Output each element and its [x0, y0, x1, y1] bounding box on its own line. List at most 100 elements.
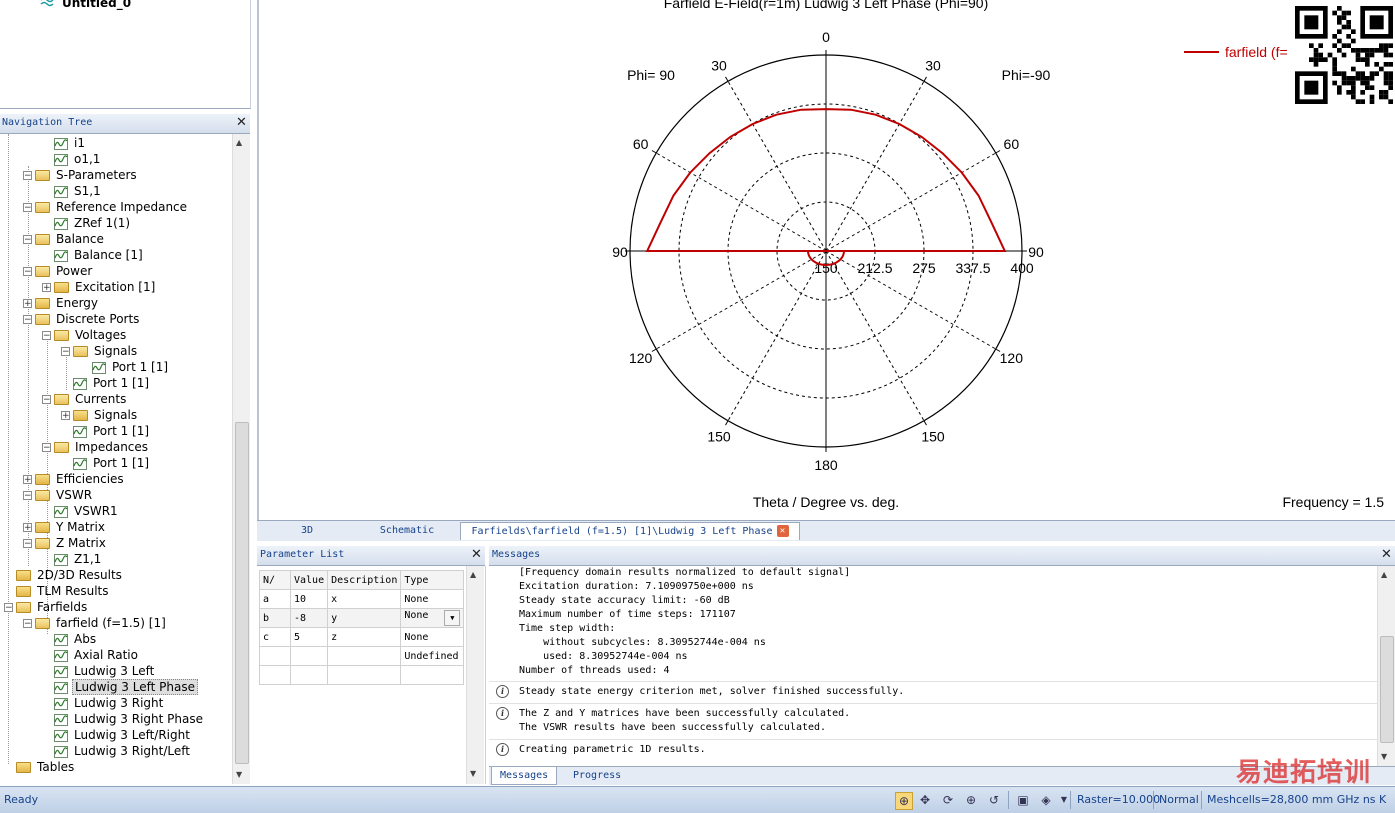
tree-item[interactable]: Axial Ratio — [42, 647, 140, 663]
tree-item[interactable]: − Balance — [23, 231, 106, 247]
collapse-icon[interactable]: − — [23, 267, 32, 277]
tab-messages[interactable]: Messages — [491, 767, 558, 785]
expand-icon[interactable]: + — [61, 411, 70, 421]
param-name[interactable]: a — [259, 589, 291, 609]
tree-item[interactable]: TLM Results — [4, 583, 111, 599]
close-icon[interactable]: ✕ — [471, 547, 482, 562]
expand-icon[interactable]: + — [23, 475, 32, 485]
tree-item[interactable]: Port 1 [1] — [61, 375, 151, 391]
tree-item[interactable]: Ludwig 3 Left — [42, 663, 156, 679]
tree-item[interactable]: − Power — [23, 263, 94, 279]
tab-progress[interactable]: Progress — [565, 767, 629, 784]
close-icon[interactable]: ✕ — [236, 115, 247, 130]
tree-item[interactable]: Ludwig 3 Right/Left — [42, 743, 192, 759]
param-value[interactable]: 5 — [289, 627, 329, 647]
tree-item[interactable]: Ludwig 3 Left/Right — [42, 727, 192, 743]
collapse-icon[interactable]: − — [23, 619, 32, 629]
table-row[interactable]: c 5 z None — [259, 627, 465, 647]
collapse-icon[interactable]: − — [23, 203, 32, 213]
nav-scrollbar[interactable]: ▲ ▼ — [232, 134, 250, 784]
fit-view-icon[interactable]: ▣ — [1015, 792, 1031, 808]
collapse-icon[interactable]: − — [42, 331, 51, 341]
navigation-tree[interactable]: i1 o1,1 − S-Parameters S1,1 − Reference Impeda… — [0, 134, 232, 784]
collapse-icon[interactable]: − — [23, 539, 32, 549]
tree-item[interactable]: + Energy — [23, 295, 100, 311]
param-scrollbar[interactable]: ▲ ▼ — [466, 566, 484, 784]
tree-item[interactable]: − VSWR — [23, 487, 94, 503]
tree-item[interactable]: S1,1 — [42, 183, 103, 199]
tree-item[interactable]: 2D/3D Results — [4, 567, 124, 583]
close-icon[interactable]: ✕ — [1381, 547, 1392, 562]
scroll-up-icon[interactable]: ▲ — [1381, 570, 1387, 579]
collapse-icon[interactable]: − — [23, 491, 32, 501]
scroll-up-icon[interactable]: ▲ — [470, 570, 476, 579]
view-cube-icon[interactable]: ◈ — [1038, 792, 1054, 808]
table-row[interactable]: b -8 y None ▼ — [259, 608, 465, 628]
messages-scrollbar[interactable]: ▲ ▼ — [1377, 566, 1395, 766]
expand-icon[interactable]: + — [23, 523, 32, 533]
collapse-icon[interactable]: − — [23, 171, 32, 181]
param-description[interactable]: z — [327, 627, 402, 647]
tree-item[interactable]: Balance [1] — [42, 247, 145, 263]
param-type[interactable]: Undefined — [400, 646, 465, 666]
tree-item[interactable]: − Z Matrix — [23, 535, 108, 551]
chevron-down-icon[interactable]: ▼ — [444, 610, 461, 626]
param-description[interactable]: y — [327, 608, 402, 628]
param-value[interactable] — [289, 646, 329, 666]
empty-cell[interactable] — [400, 665, 465, 685]
param-name[interactable]: c — [259, 627, 291, 647]
tree-item[interactable]: − Reference Impedance — [23, 199, 189, 215]
column-header-name[interactable]: N∕ — [259, 570, 291, 590]
tree-item[interactable]: − Voltages — [42, 327, 128, 343]
column-header-value[interactable]: Value — [289, 570, 329, 590]
tree-item[interactable]: − Discrete Ports — [23, 311, 141, 327]
param-type[interactable]: None — [400, 627, 465, 647]
undo-view-icon[interactable]: ↺ — [986, 792, 1002, 808]
tree-item[interactable]: + Signals — [61, 407, 139, 423]
expand-icon[interactable]: + — [42, 283, 51, 293]
collapse-icon[interactable]: − — [42, 443, 51, 453]
tree-item[interactable]: Port 1 [1] — [80, 359, 170, 375]
tree-item[interactable]: Z1,1 — [42, 551, 103, 567]
zoom-icon[interactable]: ⊕ — [895, 792, 913, 810]
tree-item[interactable]: Port 1 [1] — [61, 423, 151, 439]
tree-item[interactable]: i1 — [42, 135, 87, 151]
scroll-down-icon[interactable]: ▼ — [1381, 752, 1387, 761]
scroll-up-icon[interactable]: ▲ — [236, 138, 242, 147]
zoom-in-icon[interactable]: ⊕ — [963, 792, 979, 808]
column-header-type[interactable]: Type — [400, 570, 465, 590]
tree-item[interactable]: + Efficiencies — [23, 471, 126, 487]
collapse-icon[interactable]: − — [4, 603, 13, 613]
tree-item[interactable]: − S-Parameters — [23, 167, 139, 183]
param-type[interactable]: None — [400, 589, 465, 609]
param-value[interactable]: 10 — [289, 589, 329, 609]
pan-icon[interactable]: ✥ — [917, 792, 933, 808]
tree-item[interactable]: + Excitation [1] — [42, 279, 157, 295]
scroll-thumb[interactable] — [235, 422, 249, 764]
tab-3d[interactable]: 3D — [267, 522, 347, 539]
scroll-down-icon[interactable]: ▼ — [470, 769, 476, 778]
scroll-down-icon[interactable]: ▼ — [236, 770, 242, 779]
empty-cell[interactable] — [259, 665, 291, 685]
tree-item[interactable]: VSWR1 — [42, 503, 120, 519]
tab-schematic[interactable]: Schematic — [367, 522, 447, 539]
scroll-thumb[interactable] — [1380, 636, 1394, 743]
param-description[interactable]: x — [327, 589, 402, 609]
tree-item[interactable]: Ludwig 3 Right Phase — [42, 711, 205, 727]
param-type-select[interactable]: None ▼ — [400, 608, 465, 628]
collapse-icon[interactable]: − — [61, 347, 70, 357]
tree-item[interactable]: − Signals — [61, 343, 139, 359]
tree-item[interactable]: + Y Matrix — [23, 519, 107, 535]
table-row[interactable]: Undefined — [259, 646, 465, 666]
tree-item[interactable]: Port 1 [1] — [61, 455, 151, 471]
param-value[interactable]: -8 — [289, 608, 329, 628]
collapse-icon[interactable]: − — [42, 395, 51, 405]
param-description[interactable] — [327, 646, 402, 666]
tree-item[interactable]: Ludwig 3 Right — [42, 695, 165, 711]
rotate-icon[interactable]: ⟳ — [940, 792, 956, 808]
tree-item[interactable]: ZRef 1(1) — [42, 215, 132, 231]
expand-icon[interactable]: + — [23, 299, 32, 309]
project-item[interactable]: Untitled_0 — [62, 0, 131, 10]
empty-cell[interactable] — [327, 665, 402, 685]
tree-item[interactable]: − farfield (f=1.5) [1] — [23, 615, 168, 631]
